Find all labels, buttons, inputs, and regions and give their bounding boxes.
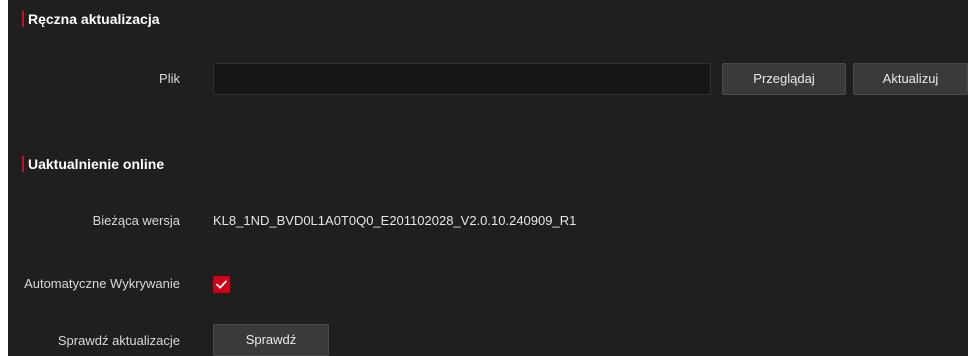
check-button[interactable]: Sprawdź (213, 324, 329, 356)
auto-detect-checkbox[interactable] (213, 276, 230, 293)
current-version-label: Bieżąca wersja (92, 213, 180, 228)
upgrade-panel: Ręczna aktualizacja Plik Przeglądaj Aktu… (8, 0, 968, 356)
manual-update-title-text: Ręczna aktualizacja (28, 11, 160, 27)
online-update-title-text: Uaktualnienie online (28, 156, 165, 172)
online-update-title: Uaktualnienie online (22, 155, 164, 173)
file-path-input[interactable] (213, 63, 711, 95)
browse-button[interactable]: Przeglądaj (722, 63, 846, 95)
auto-detect-label: Automatyczne Wykrywanie (24, 276, 180, 291)
manual-update-title: Ręczna aktualizacja (22, 10, 160, 28)
section-accent-bar (22, 156, 24, 172)
current-version-value: KL8_1ND_BVD0L1A0T0Q0_E201102028_V2.0.10.… (213, 213, 577, 228)
section-accent-bar (22, 11, 24, 27)
check-icon (216, 280, 227, 289)
file-label: Plik (159, 71, 180, 86)
check-updates-label: Sprawdź aktualizacje (57, 333, 180, 348)
update-button[interactable]: Aktualizuj (853, 63, 968, 95)
